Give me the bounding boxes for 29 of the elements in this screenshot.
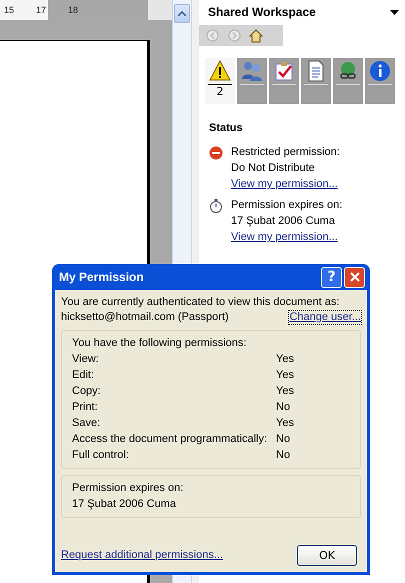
permission-name: Print:: [72, 401, 99, 414]
permission-name: Full control:: [72, 449, 130, 462]
ruler-number: 15: [4, 5, 14, 15]
dialog-title: My Permission: [59, 270, 144, 284]
expiry-date: 17 Şubat 2006 Cuma: [72, 498, 177, 511]
permission-value: Yes: [276, 369, 295, 382]
status-text: Do Not Distribute: [231, 162, 316, 175]
status-text: 17 Şubat 2006 Cuma: [231, 215, 336, 228]
permission-value: Yes: [276, 417, 295, 430]
permission-value: No: [276, 433, 292, 446]
permission-value: Yes: [276, 385, 295, 398]
section-title: Status: [208, 121, 244, 136]
expiry-label: Permission expires on:: [72, 482, 184, 495]
permission-name: View:: [72, 353, 100, 366]
permission-value: No: [276, 401, 292, 414]
permission-name: Access the document programmatically:: [72, 433, 268, 446]
status-text: Permission expires on:: [231, 199, 342, 212]
permission-value: No: [276, 449, 292, 462]
permission-value: Yes: [276, 353, 295, 366]
permissions-heading: You have the following permissions:: [72, 337, 248, 350]
permission-name: Save:: [72, 417, 102, 430]
ruler-number: 18: [68, 5, 78, 15]
permission-name: Copy:: [72, 385, 102, 398]
user-text: hicksetto@hotmail.com (Passport): [61, 311, 229, 324]
pane-title: Shared Workspace: [208, 5, 316, 19]
intro-text: You are currently authenticated to view this document as:: [61, 296, 340, 309]
status-text: Restricted permission:: [231, 146, 340, 159]
permission-name: Edit:: [72, 369, 96, 382]
ruler-number: 17: [36, 5, 46, 15]
